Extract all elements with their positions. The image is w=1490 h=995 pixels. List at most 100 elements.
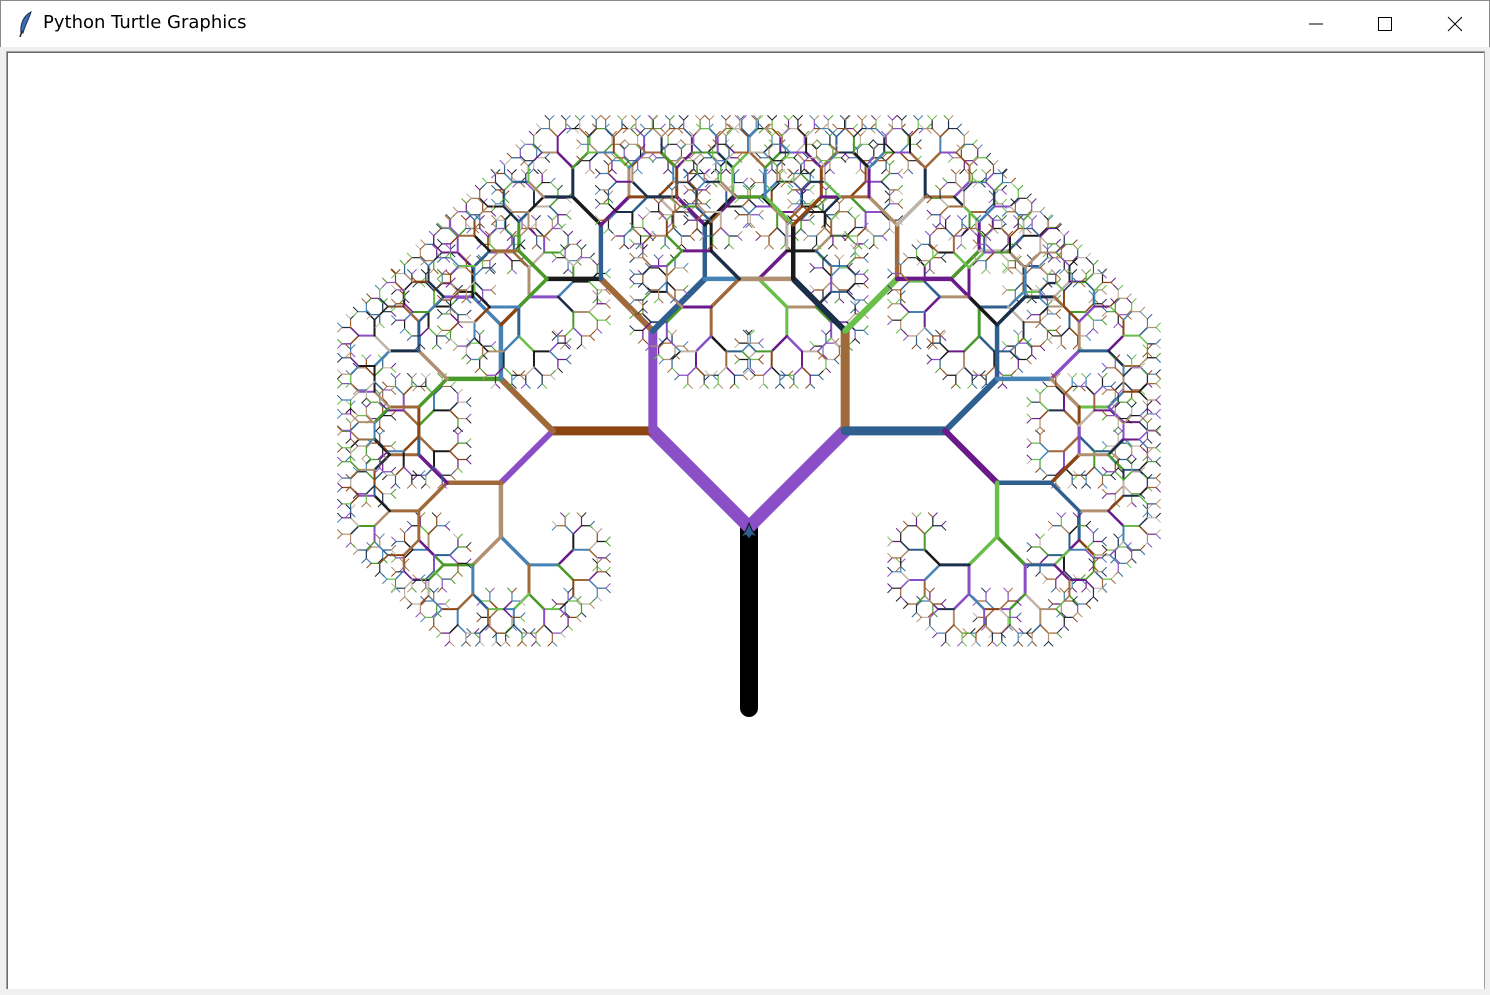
tree-branch	[871, 115, 877, 121]
tree-branch	[939, 350, 950, 361]
tree-branch	[337, 338, 343, 345]
tree-branch	[437, 257, 443, 263]
tree-branch	[1014, 267, 1025, 277]
tree-branch	[948, 115, 954, 121]
tree-branch	[895, 328, 902, 334]
tree-branch	[1085, 483, 1092, 489]
tree-branch	[1138, 430, 1149, 441]
tree-branch	[382, 282, 388, 288]
tree-branch	[897, 203, 904, 209]
tree-branch	[349, 525, 360, 535]
tree-branch	[899, 548, 910, 559]
turtle-canvas[interactable]	[6, 51, 1485, 991]
tree-branch	[1155, 322, 1161, 328]
tree-branch	[1131, 397, 1137, 404]
tree-branch	[444, 335, 451, 341]
tree-branch	[653, 198, 660, 204]
tree-branch	[1039, 322, 1045, 329]
tree-branch	[1023, 592, 1042, 611]
tree-branch	[415, 244, 421, 250]
tree-branch	[854, 251, 861, 258]
tree-branch	[564, 524, 575, 535]
tree-branch	[449, 401, 459, 412]
tree-branch	[337, 498, 343, 505]
tree-branch	[624, 143, 630, 150]
tree-branch	[1093, 466, 1104, 476]
tree-branch	[379, 322, 385, 329]
tree-branch	[642, 308, 648, 314]
tree-branch	[473, 267, 484, 277]
tree-branch	[889, 190, 895, 196]
tree-branch	[999, 600, 1009, 610]
tree-branch	[444, 520, 451, 527]
tree-branch	[1035, 284, 1041, 291]
tree-branch	[1072, 616, 1078, 623]
tree-branch	[399, 328, 406, 334]
tree-branch	[1031, 198, 1037, 204]
tree-branch	[466, 628, 472, 634]
tree-branch	[605, 315, 611, 321]
tree-branch	[1155, 408, 1161, 415]
tree-branch	[832, 243, 838, 250]
tree-branch	[1039, 401, 1049, 412]
tree-branch	[1056, 632, 1062, 639]
tree-branch	[918, 128, 925, 134]
tree-branch	[666, 267, 676, 277]
tree-branch	[379, 533, 385, 539]
tree-branch	[916, 143, 922, 150]
tree-branch	[373, 367, 384, 377]
tree-branch	[345, 438, 352, 444]
tree-branch	[450, 470, 456, 476]
tree-branch	[699, 115, 705, 121]
tree-branch	[895, 596, 902, 602]
tree-branch	[551, 599, 558, 605]
tree-branch	[1085, 372, 1092, 379]
tree-branch	[361, 501, 367, 508]
tree-branch	[809, 262, 815, 269]
tree-branch	[1142, 448, 1148, 454]
tree-branch	[605, 566, 611, 573]
tree-branch	[695, 115, 701, 121]
tree-branch	[390, 441, 397, 447]
tree-branch	[803, 235, 809, 241]
maximize-button[interactable]	[1350, 1, 1420, 47]
tree-branch	[1039, 341, 1046, 347]
minimize-button[interactable]	[1281, 1, 1351, 47]
tree-branch	[349, 430, 360, 441]
close-button[interactable]	[1420, 1, 1490, 47]
tree-branch	[605, 571, 611, 577]
tree-branch	[382, 381, 388, 387]
tree-branch	[605, 298, 611, 305]
tree-branch	[923, 595, 934, 605]
tree-branch	[499, 535, 531, 567]
tree-branch	[602, 151, 613, 162]
tree-branch	[506, 157, 513, 163]
tree-branch	[985, 169, 992, 175]
tree-branch	[1047, 252, 1054, 259]
tree-branch	[519, 370, 526, 376]
tree-branch	[557, 184, 563, 191]
tree-branch	[394, 466, 405, 476]
tree-branch	[825, 329, 831, 336]
tree-branch	[632, 168, 639, 175]
tree-branch	[565, 197, 572, 204]
tree-branch	[412, 385, 418, 392]
tree-branch	[460, 215, 467, 221]
tree-branch	[512, 374, 518, 381]
tree-branch	[1039, 546, 1049, 556]
tree-branch	[406, 335, 413, 341]
tree-branch	[1042, 578, 1048, 585]
tree-branch	[832, 123, 838, 130]
tree-branch	[900, 328, 906, 334]
tree-branch	[1046, 244, 1053, 250]
tree-branch	[471, 592, 490, 611]
tree-branch	[592, 260, 598, 266]
tree-branch	[671, 367, 677, 373]
tree-branch	[855, 168, 861, 175]
tree-branch	[1097, 483, 1103, 489]
tree-branch	[1139, 410, 1146, 417]
tree-branch	[452, 211, 459, 217]
tree-branch	[729, 383, 736, 389]
tree-branch	[450, 300, 456, 306]
tree-branch	[884, 197, 891, 204]
